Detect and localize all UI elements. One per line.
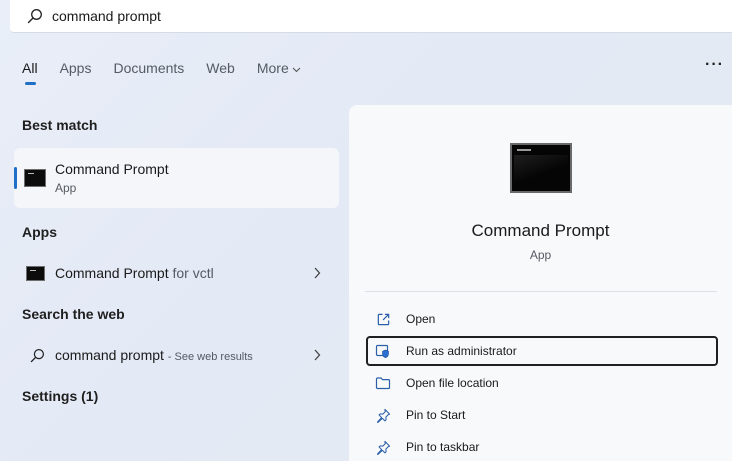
more-options-icon[interactable]: ··· [705, 56, 724, 74]
search-bar[interactable] [10, 0, 732, 33]
tab-web[interactable]: Web [206, 60, 235, 76]
best-match-result[interactable]: Command Prompt App [14, 148, 339, 208]
tab-label: Documents [113, 60, 185, 76]
command-prompt-icon [510, 143, 572, 193]
chevron-down-icon [292, 60, 301, 76]
tab-label: Apps [59, 60, 92, 76]
command-prompt-icon [26, 265, 45, 281]
divider [365, 291, 717, 292]
details-title: Command Prompt [471, 221, 610, 240]
app-result-command-prompt-vctl[interactable]: Command Prompt for vctl [14, 256, 339, 290]
action-open-file-location[interactable]: Open file location [366, 368, 718, 398]
open-icon [374, 310, 392, 328]
result-label: command prompt - See web results [55, 347, 253, 363]
folder-icon [374, 374, 392, 392]
web-result-command-prompt[interactable]: command prompt - See web results [14, 338, 339, 372]
result-label: Command Prompt for vctl [55, 265, 214, 281]
tab-more[interactable]: More [257, 60, 301, 76]
result-name: Command Prompt [55, 161, 169, 177]
filter-tabs: All Apps Documents Web More [22, 60, 323, 85]
chevron-right-icon[interactable] [313, 266, 321, 284]
tab-documents[interactable]: Documents [113, 60, 184, 76]
action-label: Run as administrator [406, 344, 517, 358]
pin-icon [374, 406, 392, 424]
selection-indicator [14, 167, 17, 189]
section-settings[interactable]: Settings (1) [22, 388, 98, 404]
tab-all[interactable]: All [22, 60, 38, 85]
tab-label: Web [206, 60, 235, 76]
tab-label: All [22, 60, 38, 76]
action-open[interactable]: Open [366, 304, 718, 334]
tab-apps[interactable]: Apps [60, 60, 92, 76]
tab-label: More [256, 60, 289, 76]
result-name: Command Prompt [55, 265, 169, 281]
details-panel: Command Prompt App Open Run as administr… [349, 105, 732, 461]
details-type: App [529, 248, 552, 262]
action-label: Pin to taskbar [406, 440, 480, 454]
section-apps: Apps [22, 224, 57, 240]
result-type: App [55, 181, 77, 195]
web-query: command prompt [55, 347, 164, 363]
action-label: Open file location [406, 376, 499, 390]
result-suffix: for vctl [172, 265, 214, 281]
pin-icon [374, 438, 392, 456]
shield-icon [374, 342, 392, 360]
action-pin-to-start[interactable]: Pin to Start [366, 400, 718, 430]
action-pin-to-taskbar[interactable]: Pin to taskbar [366, 432, 718, 461]
command-prompt-icon [24, 169, 46, 187]
section-best-match: Best match [22, 117, 98, 133]
chevron-right-icon[interactable] [313, 348, 321, 366]
search-input[interactable] [52, 8, 652, 24]
search-icon [24, 5, 46, 27]
section-search-web: Search the web [22, 306, 125, 322]
action-label: Pin to Start [406, 408, 466, 422]
search-icon [30, 348, 45, 363]
action-run-as-administrator[interactable]: Run as administrator [366, 336, 718, 366]
web-hint: - See web results [167, 351, 253, 363]
action-label: Open [406, 312, 436, 326]
